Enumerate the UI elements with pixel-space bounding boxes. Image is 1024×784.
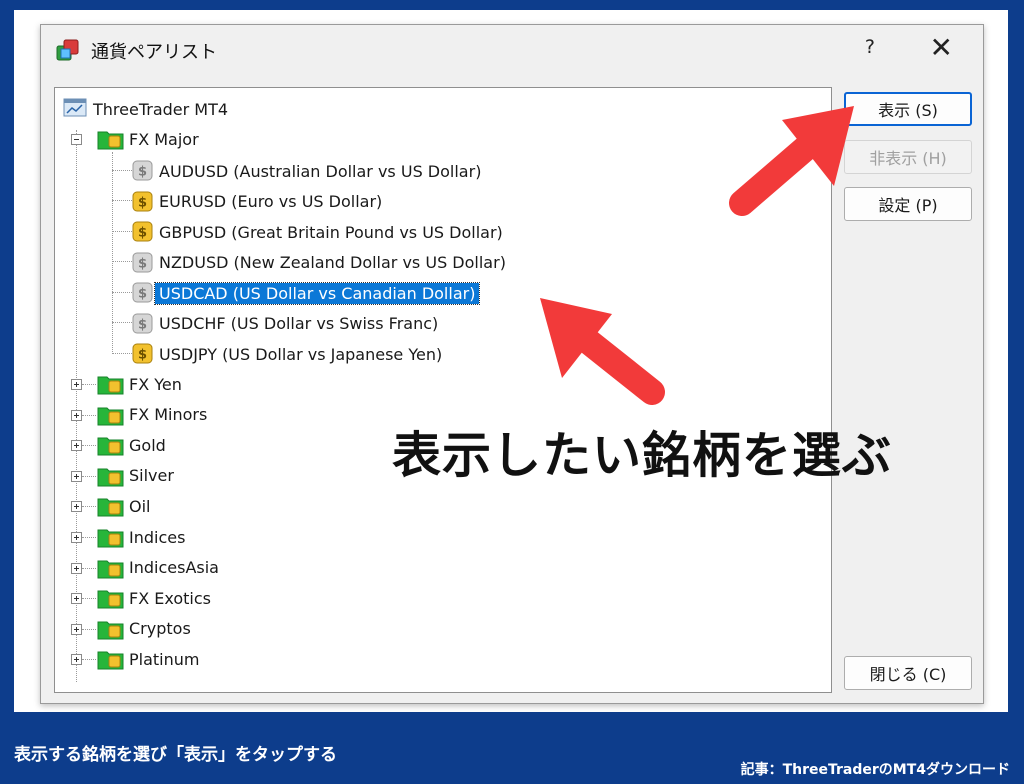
- footer-source: 記事：ThreeTraderのMT4ダウンロード: [740, 762, 1010, 778]
- annotation-text: 表示したい銘柄を選ぶ: [392, 427, 893, 484]
- arrow-to-show-button: [729, 106, 854, 216]
- footer-caption: 表示する銘柄を選び「表示」をタップする: [14, 745, 337, 765]
- arrow-to-selection: [540, 298, 665, 405]
- annotation-arrows: [540, 106, 854, 405]
